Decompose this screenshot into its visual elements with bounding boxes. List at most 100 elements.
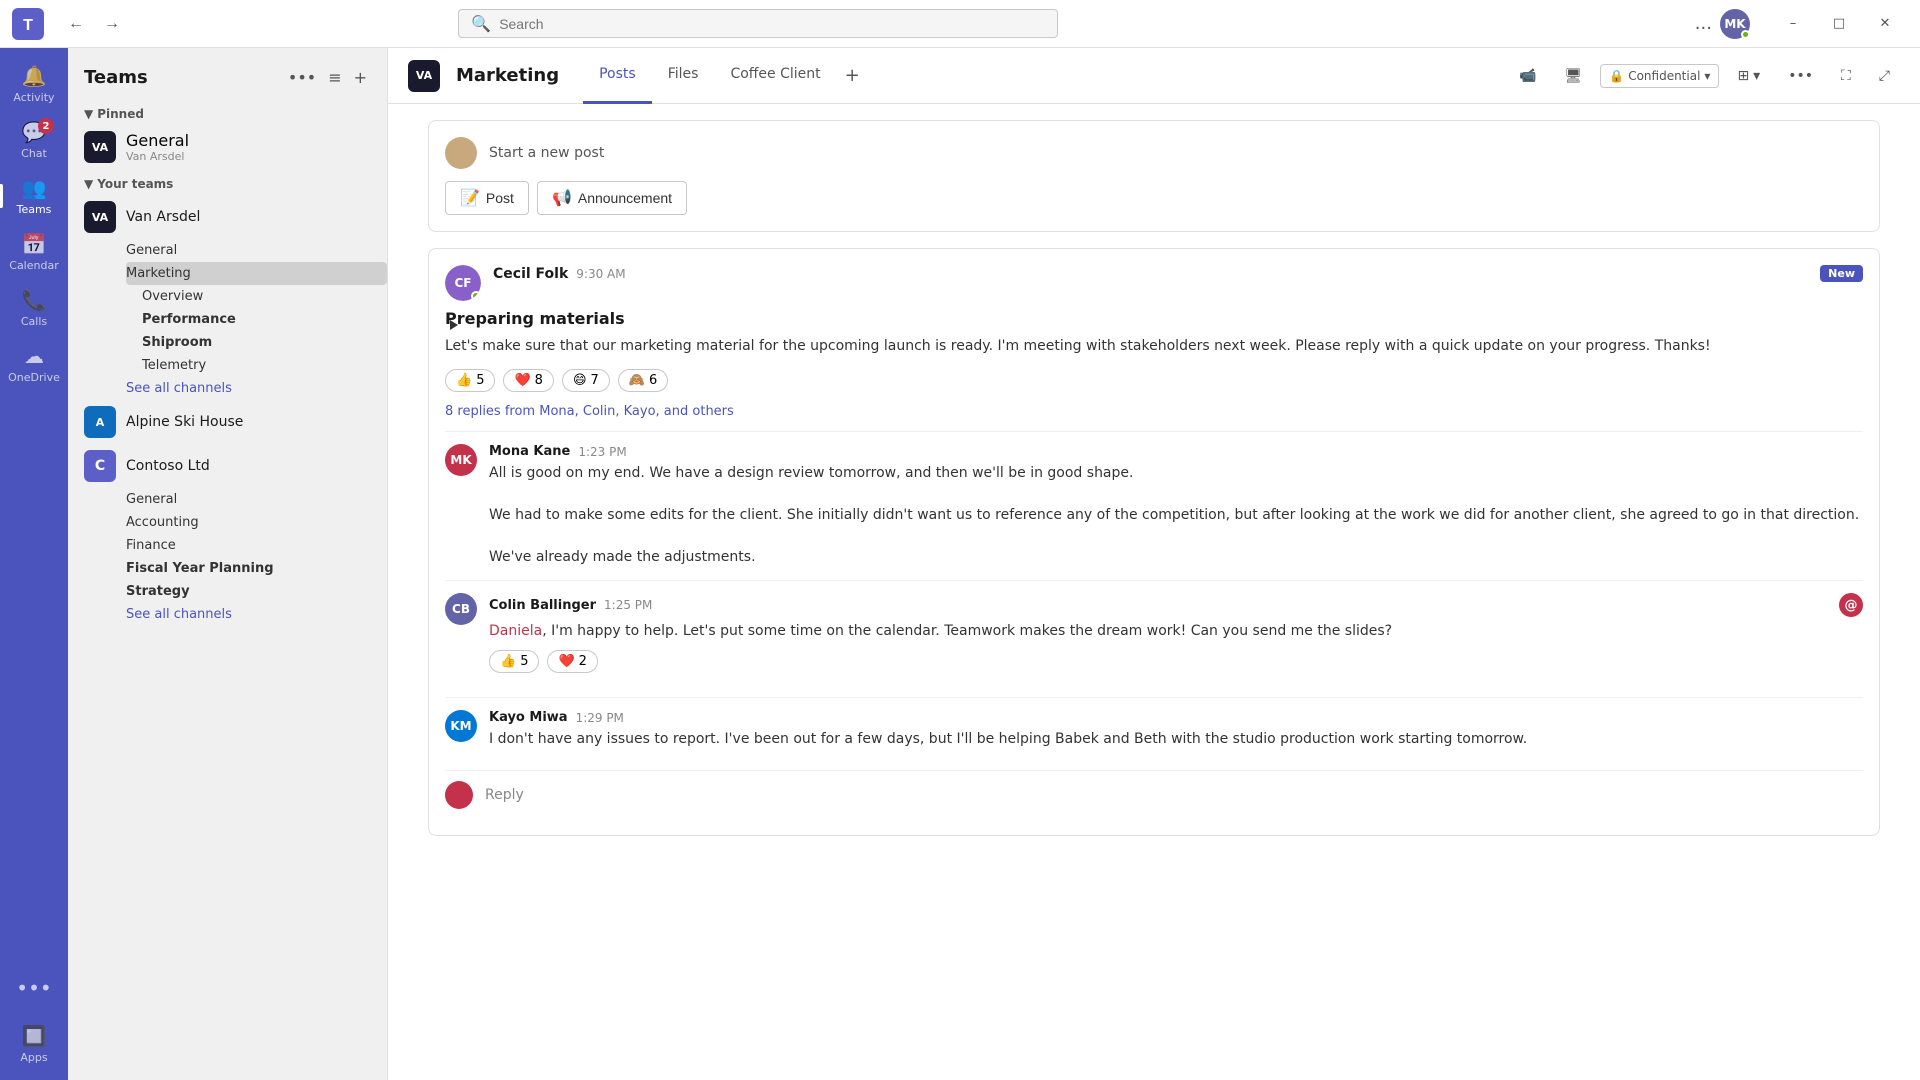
reaction-thumbs-up[interactable]: 👍 5 (445, 369, 495, 392)
rail-item-teams[interactable]: 👥 Teams (0, 168, 68, 224)
screen-icon: 🖥 (1564, 68, 1582, 84)
rail-item-calendar[interactable]: 📅 Calendar (0, 224, 68, 280)
channel-telemetry[interactable]: Telemetry (126, 354, 387, 377)
colin-heart-count: 2 (579, 654, 587, 669)
channel-header: VA Marketing Posts Files Coffee Client +… (388, 48, 1920, 104)
app-body: 🔔 Activity 2 💬 Chat 👥 Teams 📅 Calendar 📞… (0, 48, 1920, 1080)
channel-contoso-general[interactable]: General (126, 488, 387, 511)
colin-reaction-thumbs[interactable]: 👍 5 (489, 650, 539, 673)
reply-author-kayo: Kayo Miwa (489, 710, 568, 725)
maximize-button[interactable]: □ (1816, 8, 1862, 40)
rail-item-activity[interactable]: 🔔 Activity (0, 56, 68, 112)
channel-strategy[interactable]: Strategy (126, 580, 387, 603)
laugh-count: 7 (591, 373, 599, 388)
sidebar-add-button[interactable]: + (350, 64, 371, 91)
close-button[interactable]: ✕ (1862, 8, 1908, 40)
tab-posts[interactable]: Posts (583, 48, 652, 104)
post-button[interactable]: 📝 Post (445, 181, 529, 215)
rail-item-apps[interactable]: 🔲 Apps (0, 1016, 68, 1072)
channel-performance[interactable]: Performance (126, 308, 387, 331)
monkey-count: 6 (649, 373, 657, 388)
reply-box[interactable]: Reply (445, 770, 1863, 819)
post-author-row: Cecil Folk 9:30 AM New (493, 265, 1863, 282)
team-alpine-ski-house[interactable]: A Alpine Ski House (68, 400, 387, 444)
title-bar-actions: ... MK – □ ✕ (1695, 8, 1908, 40)
user-avatar[interactable]: MK (1720, 9, 1750, 39)
rail-label-onedrive: OneDrive (8, 371, 60, 384)
view-options-button[interactable]: ⊞ ▾ (1727, 62, 1770, 90)
reply-mona: MK Mona Kane 1:23 PM All is good on my e… (445, 431, 1863, 580)
channel-team-logo: VA (408, 60, 440, 92)
channel-accounting[interactable]: Accounting (126, 511, 387, 534)
confidential-badge[interactable]: 🔒 Confidential ▾ (1600, 64, 1719, 88)
composer-user-avatar (445, 137, 477, 169)
team-contoso[interactable]: C Contoso Ltd (68, 444, 387, 488)
pinned-general-van-arsdel[interactable]: VA General Van Arsdel (68, 125, 387, 169)
search-bar[interactable]: 🔍 (458, 9, 1058, 38)
pinned-section-header[interactable]: ▼ Pinned (68, 99, 387, 125)
reaction-laugh[interactable]: 😄 7 (562, 369, 610, 392)
team-van-arsdel[interactable]: VA Van Arsdel (68, 195, 387, 239)
your-teams-chevron: ▼ (84, 177, 93, 191)
your-teams-label: Your teams (97, 177, 173, 191)
video-call-button[interactable]: 📹 (1509, 62, 1546, 90)
sidebar-filter-button[interactable]: ≡ (324, 64, 345, 91)
post-author-name: Cecil Folk (493, 266, 568, 282)
more-options-button[interactable]: ... (1695, 13, 1712, 34)
rail-label-activity: Activity (13, 91, 54, 104)
composer-prompt[interactable]: Start a new post (489, 145, 604, 161)
expand-icon: ⛶ (1841, 68, 1851, 84)
screen-share-button[interactable]: 🖥 (1554, 62, 1592, 90)
post-time: 9:30 AM (576, 267, 625, 281)
channel-fiscal-year-planning[interactable]: Fiscal Year Planning (126, 557, 387, 580)
sidebar-header: Teams ••• ≡ + (68, 48, 387, 99)
reply-header-mona: Mona Kane 1:23 PM (489, 444, 1863, 459)
channel-general[interactable]: General (126, 239, 387, 262)
forward-button[interactable]: → (96, 11, 128, 37)
reply-colin: CB Colin Ballinger 1:25 PM @ Daniela, I'… (445, 580, 1863, 697)
reply-avatar-colin: CB (445, 593, 477, 625)
confidential-label: Confidential (1628, 69, 1700, 83)
teams-icon: 👥 (22, 176, 47, 200)
see-all-channels-contoso[interactable]: See all channels (126, 603, 387, 626)
team-name-alpine: Alpine Ski House (126, 414, 243, 430)
post-icon: 📝 (460, 188, 480, 208)
pinned-chevron: ▼ (84, 107, 93, 121)
channel-marketing[interactable]: Marketing (126, 262, 387, 285)
channel-finance[interactable]: Finance (126, 534, 387, 557)
post-author-avatar: CF (445, 265, 481, 301)
rail-item-chat[interactable]: 2 💬 Chat (0, 112, 68, 168)
your-teams-section-header[interactable]: ▼ Your teams (68, 169, 387, 195)
see-all-channels-van-arsdel[interactable]: See all channels (126, 377, 387, 400)
tab-files[interactable]: Files (652, 48, 715, 104)
pinned-team-subtitle: Van Arsdel (126, 150, 189, 163)
sidebar-more-button[interactable]: ••• (284, 64, 320, 91)
pinned-team-info: General Van Arsdel (126, 131, 189, 163)
colin-reaction-heart[interactable]: ❤️ 2 (547, 650, 597, 673)
rail-item-onedrive[interactable]: ☁ OneDrive (0, 336, 68, 392)
tab-coffee-client[interactable]: Coffee Client (714, 48, 836, 104)
add-tab-button[interactable]: + (837, 48, 868, 104)
search-input[interactable] (499, 16, 1045, 32)
reaction-heart[interactable]: ❤️ 8 (503, 369, 553, 392)
channel-overview[interactable]: Overview (126, 285, 387, 308)
channel-more-button[interactable]: ••• (1778, 62, 1823, 90)
announcement-button[interactable]: 📢 Announcement (537, 181, 687, 215)
svg-text:T: T (23, 17, 33, 34)
pop-out-button[interactable]: ⤢ (1869, 62, 1900, 90)
reply-content-kayo: Kayo Miwa 1:29 PM I don't have any issue… (489, 710, 1863, 750)
reply-author-colin: Colin Ballinger (489, 598, 596, 613)
rail-item-calls[interactable]: 📞 Calls (0, 280, 68, 336)
post-preparing-materials: CF Cecil Folk 9:30 AM New Preparing mate… (428, 248, 1880, 836)
view-icon: ⊞ (1737, 68, 1749, 84)
reaction-monkey[interactable]: 🙈 6 (618, 369, 668, 392)
rail-more-button[interactable]: ••• (16, 976, 51, 1000)
expand-button[interactable]: ⛶ (1831, 62, 1861, 90)
reply-body-kayo: I don't have any issues to report. I've … (489, 729, 1863, 750)
heart-emoji: ❤️ (514, 373, 530, 388)
replies-link[interactable]: 8 replies from Mona, Colin, Kayo, and ot… (445, 404, 1863, 419)
minimize-button[interactable]: – (1770, 8, 1816, 40)
reply-box-input[interactable]: Reply (485, 787, 524, 803)
channel-shiproom[interactable]: Shiproom (126, 331, 387, 354)
back-button[interactable]: ← (60, 11, 92, 37)
